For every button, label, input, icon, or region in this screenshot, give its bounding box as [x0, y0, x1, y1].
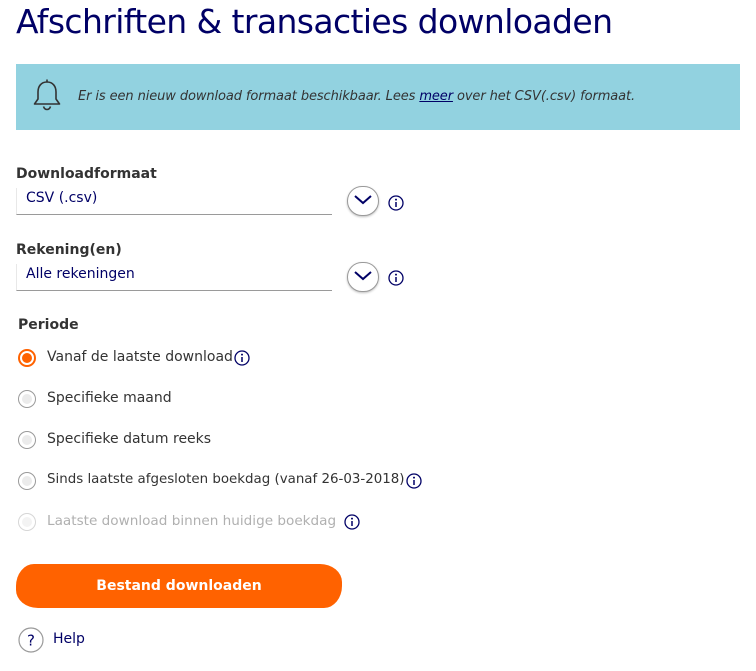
svg-text:?: ?: [27, 632, 35, 650]
info-icon[interactable]: [344, 514, 360, 530]
radio-label: Specifieke datum reeks: [47, 431, 212, 447]
radio-label: Specifieke maand: [47, 390, 172, 406]
period-option-specific-month[interactable]: Specifieke maand: [16, 389, 216, 413]
format-info-icon[interactable]: [388, 195, 404, 211]
account-info-icon[interactable]: [388, 270, 404, 286]
notice-more-link[interactable]: meer: [419, 89, 453, 104]
account-dropdown-button[interactable]: [347, 262, 379, 292]
page-title: Afschriften & transacties downloaden: [16, 2, 613, 41]
account-selected-value: Alle rekeningen: [26, 266, 135, 282]
info-notice: Er is een nieuw download formaat beschik…: [16, 64, 740, 130]
period-option-date-range[interactable]: Specifieke datum reeks: [16, 430, 236, 454]
radio-label: Sinds laatste afgesloten boekdag (vanaf …: [47, 472, 405, 487]
period-option-current-day: Laatste download binnen huidige boekdag: [16, 512, 376, 536]
radio-label: Laatste download binnen huidige boekdag: [47, 513, 337, 529]
radio-button[interactable]: [18, 390, 36, 408]
account-select[interactable]: Alle rekeningen: [16, 264, 332, 291]
format-dropdown-button[interactable]: [347, 186, 379, 216]
notice-text-after: over het CSV(.csv) formaat.: [452, 89, 636, 104]
format-selected-value: CSV (.csv): [26, 190, 98, 206]
format-label: Downloadformaat: [16, 166, 157, 182]
info-icon[interactable]: [234, 350, 250, 366]
chevron-down-icon: [354, 195, 372, 205]
period-label: Periode: [18, 317, 79, 333]
account-label: Rekening(en): [16, 242, 122, 258]
radio-button[interactable]: [18, 349, 36, 367]
radio-button[interactable]: [18, 431, 36, 449]
notice-message: Er is een nieuw download formaat beschik…: [78, 89, 635, 104]
chevron-down-icon: [354, 271, 372, 281]
download-file-button[interactable]: Bestand downloaden: [16, 564, 342, 608]
help-icon[interactable]: ?: [18, 627, 44, 653]
help-link[interactable]: Help: [53, 631, 85, 647]
radio-button: [18, 513, 36, 531]
radio-button[interactable]: [18, 472, 36, 490]
period-option-since-last-download[interactable]: Vanaf de laatste download: [16, 348, 276, 372]
period-option-last-closed-day[interactable]: Sinds laatste afgesloten boekdag (vanaf …: [16, 471, 436, 495]
info-icon[interactable]: [406, 473, 422, 489]
bell-icon: [33, 79, 61, 111]
format-select[interactable]: CSV (.csv): [16, 188, 332, 215]
notice-text-before: Er is een nieuw download formaat beschik…: [78, 89, 420, 104]
radio-label: Vanaf de laatste download: [47, 349, 233, 365]
